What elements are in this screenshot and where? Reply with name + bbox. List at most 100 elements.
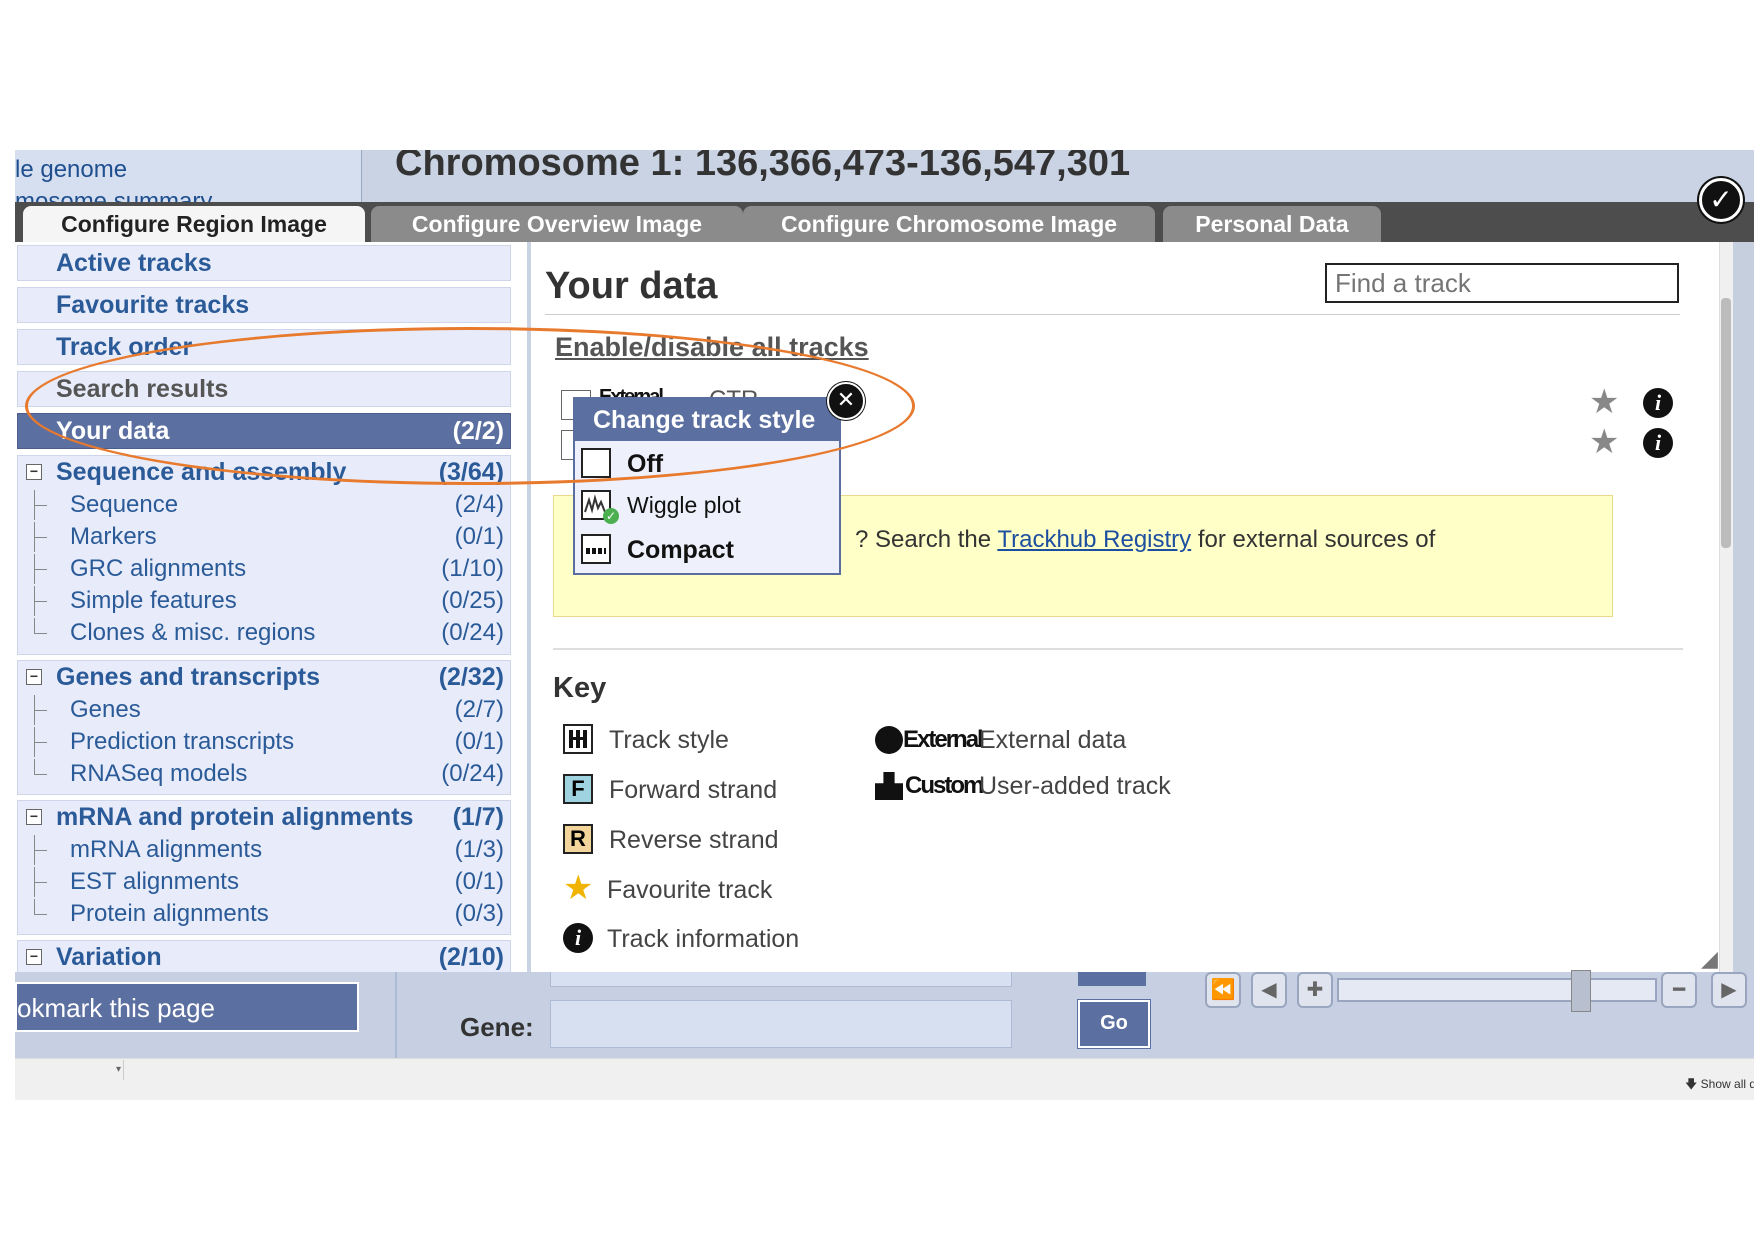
style-option-wiggle-plot[interactable]: ✓ Wiggle plot	[577, 486, 835, 526]
key-label: Forward strand	[609, 776, 778, 804]
group-label: Variation	[56, 943, 162, 971]
sidebar-item-label: Active tracks	[56, 249, 212, 277]
subitem-label: Markers	[70, 523, 157, 550]
sidebar-item-label: Favourite tracks	[56, 291, 250, 319]
subitem-count: (1/10)	[441, 555, 504, 582]
sidebar-subitem[interactable]: Genes (2/7)	[18, 695, 510, 725]
zoom-out-icon[interactable]: ━	[1661, 972, 1697, 1008]
sidebar-subitem[interactable]: Simple features (0/25)	[18, 586, 510, 616]
track-info-icon[interactable]: i	[1643, 388, 1673, 418]
track-style-icon	[563, 724, 593, 754]
track-info-icon[interactable]: i	[1643, 428, 1673, 458]
tab-configure-chromosome-image[interactable]: Configure Chromosome Image	[743, 206, 1155, 242]
download-dropdown[interactable]: ▾	[15, 1060, 124, 1080]
favourite-star-icon[interactable]: ★	[1589, 382, 1619, 422]
key-label: External data	[979, 726, 1127, 754]
selected-check-icon: ✓	[603, 508, 619, 524]
page-nav-left: le genome mosome summary	[15, 150, 362, 215]
scroll-far-left-icon[interactable]: ⏪	[1205, 972, 1241, 1008]
show-all-label: Show all dow	[1700, 1077, 1754, 1091]
subitem-count: (0/24)	[441, 619, 504, 646]
trackhub-registry-link[interactable]: Trackhub Registry	[997, 526, 1191, 553]
subitem-count: (0/1)	[454, 728, 504, 755]
globe-icon	[875, 726, 903, 754]
scroll-right-icon[interactable]: ▶	[1711, 972, 1747, 1008]
tab-configure-region-image[interactable]: Configure Region Image	[23, 206, 365, 242]
zoom-slider[interactable]	[1337, 978, 1657, 1002]
show-all-downloads[interactable]: 🡇 Show all dow	[1685, 1075, 1754, 1096]
option-label: Wiggle plot	[627, 492, 741, 518]
sidebar-item-active-tracks[interactable]: Active tracks	[17, 245, 511, 281]
zoom-slider-handle[interactable]	[1571, 970, 1591, 1012]
scroll-left-icon[interactable]: ◀	[1251, 972, 1287, 1008]
sidebar-subitem[interactable]: EST alignments (0/1)	[18, 867, 510, 897]
highlight-oval	[25, 327, 915, 485]
screenshot-region: le genome mosome summary Chromosome 1: 1…	[15, 150, 1754, 1100]
save-close-icon[interactable]: ✓	[1699, 178, 1743, 222]
find-track-input[interactable]	[1325, 263, 1679, 303]
sidebar-subitem[interactable]: Clones & misc. regions (0/24)	[18, 618, 510, 648]
subitem-label: Genes	[70, 696, 141, 723]
favourite-star-icon[interactable]: ★	[1589, 422, 1619, 462]
subitem-label: GRC alignments	[70, 555, 247, 582]
sidebar-subitem[interactable]: Protein alignments (0/3)	[18, 899, 510, 929]
sidebar-group-header[interactable]: − Genes and transcripts (2/32)	[18, 663, 510, 695]
collapse-toggle-icon[interactable]: −	[26, 669, 42, 685]
sidebar-group-genes-transcripts: − Genes and transcripts (2/32) Genes (2/7…	[17, 660, 511, 795]
subitem-count: (0/25)	[441, 587, 504, 614]
subitem-count: (0/24)	[441, 760, 504, 787]
gene-input[interactable]	[550, 1000, 1012, 1048]
info-icon: i	[563, 923, 593, 953]
key-label: Reverse strand	[609, 826, 779, 854]
style-option-compact[interactable]: Compact	[577, 530, 835, 570]
sidebar-subitem[interactable]: mRNA alignments (1/3)	[18, 835, 510, 865]
divider	[545, 314, 1680, 315]
location-go-button[interactable]	[1078, 972, 1146, 986]
subitem-label: Simple features	[70, 587, 237, 614]
whole-genome-link[interactable]: le genome	[15, 156, 127, 184]
sidebar-group-header[interactable]: − mRNA and protein alignments (1/7)	[18, 803, 510, 835]
sidebar-subitem[interactable]: Prediction transcripts (0/1)	[18, 727, 510, 757]
collapse-toggle-icon[interactable]: −	[26, 949, 42, 965]
background-page-edge	[1733, 242, 1754, 972]
browser-download-bar	[15, 1058, 1754, 1100]
sidebar-item-favourite-tracks[interactable]: Favourite tracks	[17, 287, 511, 323]
reverse-strand-icon: R	[563, 824, 593, 854]
subitem-count: (2/7)	[454, 696, 504, 723]
key-label: Favourite track	[607, 876, 773, 904]
key-heading: Key	[553, 672, 607, 704]
gene-go-button[interactable]: Go	[1078, 1000, 1150, 1048]
tab-configure-overview-image[interactable]: Configure Overview Image	[371, 206, 743, 242]
subitem-count: (0/1)	[454, 523, 504, 550]
key-label: Track style	[609, 726, 729, 754]
bookmark-label: okmark this page	[17, 993, 215, 1023]
forward-strand-icon: F	[563, 774, 593, 804]
sidebar-subitem[interactable]: Sequence (2/4)	[18, 490, 510, 520]
collapse-toggle-icon[interactable]: −	[26, 464, 42, 480]
sidebar-subitem[interactable]: GRC alignments (1/10)	[18, 554, 510, 584]
divider	[553, 648, 1683, 650]
subitem-label: Protein alignments	[70, 900, 269, 927]
compact-icon	[581, 534, 611, 564]
subitem-count: (0/3)	[454, 900, 504, 927]
sidebar-subitem[interactable]: Markers (0/1)	[18, 522, 510, 552]
notice-prefix: ? Search the	[855, 526, 998, 553]
group-label: mRNA and protein alignments	[56, 803, 414, 831]
scrollbar-thumb[interactable]	[1721, 298, 1731, 548]
subitem-count: (1/3)	[454, 836, 504, 863]
sidebar-group-header[interactable]: − Variation (2/10)	[18, 943, 510, 975]
resize-handle-icon[interactable]: ◢	[1701, 946, 1718, 972]
subitem-label: EST alignments	[70, 868, 239, 895]
subitem-label: Prediction transcripts	[70, 728, 295, 755]
tab-personal-data[interactable]: Personal Data	[1163, 206, 1381, 242]
zoom-in-icon[interactable]: ✚	[1297, 972, 1333, 1008]
sidebar-subitem[interactable]: RNASeq models (0/24)	[18, 759, 510, 789]
location-input[interactable]	[550, 972, 1012, 987]
bookmark-button[interactable]: okmark this page	[15, 982, 359, 1032]
subitem-label: Sequence	[70, 491, 179, 518]
collapse-toggle-icon[interactable]: −	[26, 809, 42, 825]
subitem-count: (0/1)	[454, 868, 504, 895]
star-icon: ★	[563, 869, 594, 907]
gene-label: Gene:	[460, 1012, 534, 1042]
group-count: (2/10)	[438, 943, 504, 971]
